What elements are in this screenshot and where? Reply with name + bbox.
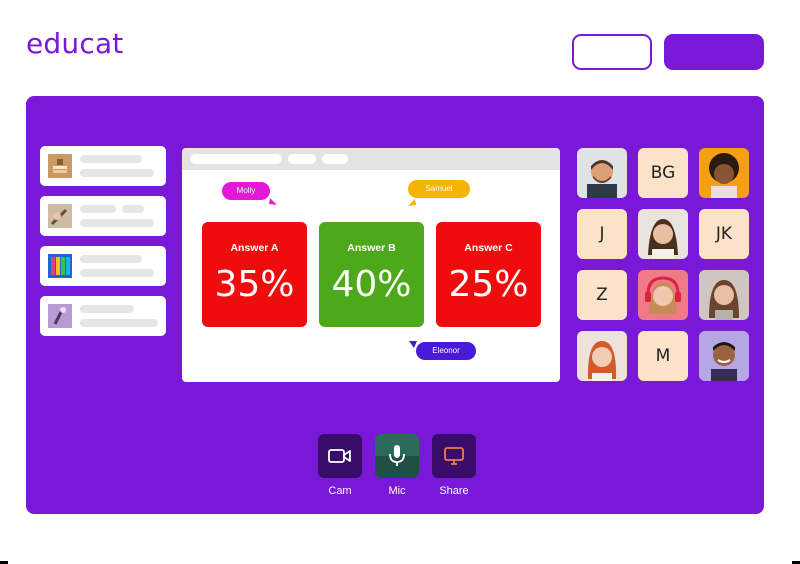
answer-card-b: Answer B 40% xyxy=(319,222,424,327)
camera-button[interactable] xyxy=(318,434,362,478)
participant-tile[interactable]: J xyxy=(577,209,627,259)
participant-tile[interactable] xyxy=(699,148,749,198)
shared-screen-window: Molly Samuel Answer A 35% Answer B 40% A… xyxy=(182,148,560,382)
lesson-thumbnail xyxy=(48,154,72,178)
participant-tile[interactable] xyxy=(638,270,688,320)
lesson-thumbnail xyxy=(48,254,72,278)
lesson-item[interactable] xyxy=(40,246,166,286)
microphone-label: Mic xyxy=(388,485,406,497)
answer-card-c: Answer C 25% xyxy=(436,222,541,327)
browser-toolbar xyxy=(182,148,560,170)
answer-card-a: Answer A 35% xyxy=(202,222,307,327)
cursor-pointer-icon xyxy=(269,198,277,205)
classroom-panel: Molly Samuel Answer A 35% Answer B 40% A… xyxy=(26,96,764,514)
camera-icon xyxy=(328,449,351,463)
lesson-thumbnail xyxy=(48,304,72,328)
participant-tile[interactable]: BG xyxy=(638,148,688,198)
microphone-button[interactable] xyxy=(375,434,419,478)
cursor-tag-samuel: Samuel xyxy=(408,180,470,198)
secondary-header-button[interactable] xyxy=(572,34,652,70)
lesson-item[interactable] xyxy=(40,296,166,336)
screen-share-icon xyxy=(444,447,464,465)
participant-tile[interactable]: Z xyxy=(577,270,627,320)
share-button[interactable] xyxy=(432,434,476,478)
logo: educat xyxy=(26,27,124,60)
primary-header-button[interactable] xyxy=(664,34,764,70)
participant-tile[interactable] xyxy=(699,331,749,381)
microphone-icon xyxy=(389,445,405,466)
share-label: Share xyxy=(439,485,469,497)
lesson-thumbnail xyxy=(48,204,72,228)
cursor-tag-molly: Molly xyxy=(222,182,270,200)
camera-label: Cam xyxy=(328,485,352,497)
participant-tile[interactable] xyxy=(638,209,688,259)
cursor-tag-eleonor: Eleonor xyxy=(416,342,476,360)
lesson-item[interactable] xyxy=(40,146,166,186)
participant-tile[interactable]: M xyxy=(638,331,688,381)
participant-tile[interactable] xyxy=(577,148,627,198)
participant-tile[interactable]: JK xyxy=(699,209,749,259)
cursor-pointer-icon xyxy=(408,199,416,206)
lesson-item[interactable] xyxy=(40,196,166,236)
participant-tile[interactable] xyxy=(577,331,627,381)
participant-tile[interactable] xyxy=(699,270,749,320)
